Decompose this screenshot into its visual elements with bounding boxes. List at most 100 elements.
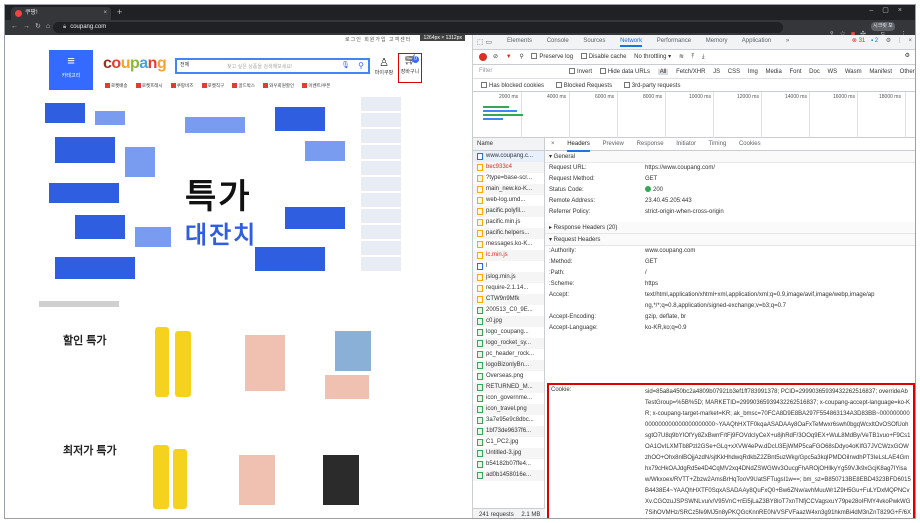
close-devtools-icon[interactable]: × <box>908 38 912 44</box>
request-row[interactable]: web-log.umd... <box>473 195 544 206</box>
product-pack[interactable] <box>335 331 371 371</box>
cart-button[interactable]: 🛒︎ 0 장바구니 <box>398 53 422 83</box>
subnav-item[interactable]: 로켓배송 <box>105 83 128 89</box>
blocked-cookies-checkbox[interactable]: Has blocked cookies <box>481 82 544 89</box>
clear-icon[interactable]: ⊘ <box>493 54 498 60</box>
cookie-value[interactable]: sid=85a8a450bc2a4809b07921b3ef1ff7839913… <box>645 387 911 518</box>
banner-thumbnails[interactable] <box>361 97 401 285</box>
request-row[interactable]: logoBizonlyBn... <box>473 360 544 371</box>
account-chip[interactable]: 시크릿 모드 <box>871 22 895 38</box>
search-box[interactable]: 전체 찾고 싶은 상품을 검색해보세요! 🎙︎ ⚲ <box>175 58 370 74</box>
subnav-item[interactable]: 이벤트/쿠폰 <box>302 83 330 89</box>
request-headers-section[interactable]: ▾ Request Headers <box>545 234 915 246</box>
subnav-item[interactable]: 로켓프레시 <box>135 83 163 89</box>
request-row[interactable]: pacific.polyfil... <box>473 206 544 217</box>
filter-manifest[interactable]: Manifest <box>869 69 892 75</box>
more-options-icon[interactable]: ⋮ <box>897 38 903 44</box>
tab-network[interactable]: Network <box>620 38 643 47</box>
tab-memory[interactable]: Memory <box>706 38 728 44</box>
header-value[interactable]: ko-KR,ko;q=0.9 <box>645 323 687 334</box>
request-row[interactable]: b54182b07ffe4... <box>473 459 544 470</box>
nav-buttons[interactable]: ←→↻⌂ <box>11 22 55 30</box>
product-pack[interactable] <box>325 375 369 399</box>
header-value[interactable]: strict-origin-when-cross-origin <box>645 207 724 218</box>
network-timeline[interactable]: 2000 ms 4000 ms 6000 ms 8000 ms 10000 ms… <box>473 92 915 138</box>
top-links[interactable]: 로그인 회원가입 고객센터 <box>345 36 411 43</box>
browser-tab[interactable]: 쿠팡! × <box>11 7 111 20</box>
request-row[interactable]: 3a7e95e9c8dbc... <box>473 415 544 426</box>
error-count-badge[interactable]: ⊗ 31 <box>852 38 865 44</box>
header-value[interactable]: gzip, deflate, br <box>645 312 686 323</box>
network-settings-icon[interactable]: ⚙ <box>905 52 910 59</box>
filter-doc[interactable]: Doc <box>809 69 820 75</box>
product-bag[interactable] <box>323 455 359 505</box>
filter-wasm[interactable]: Wasm <box>845 69 862 75</box>
settings-gear-icon[interactable]: ⚙ <box>886 38 891 44</box>
request-row[interactable]: lc.min.js <box>473 250 544 261</box>
detail-tab-cookies[interactable]: Cookies <box>739 141 761 147</box>
filter-other[interactable]: Other <box>900 69 915 75</box>
header-value[interactable]: / <box>645 268 647 279</box>
request-row[interactable]: c0.jpg <box>473 316 544 327</box>
name-column-header[interactable]: Name <box>473 138 544 151</box>
record-icon[interactable] <box>479 53 487 61</box>
subnav-item[interactable]: 쿠팡비즈 <box>170 83 193 89</box>
request-row[interactable]: pc_header_rock... <box>473 349 544 360</box>
detail-tab-response[interactable]: Response <box>637 141 664 147</box>
detail-tab-timing[interactable]: Timing <box>709 141 727 147</box>
product-bottle[interactable] <box>175 331 191 397</box>
header-value[interactable]: www.coupang.com <box>645 246 695 257</box>
request-row[interactable]: Overseas.png <box>473 371 544 382</box>
invert-checkbox[interactable]: Invert <box>569 68 592 75</box>
filter-ws[interactable]: WS <box>828 69 838 75</box>
request-row[interactable]: pacific.helpers... <box>473 228 544 239</box>
request-row[interactable]: logo_coupang... <box>473 327 544 338</box>
search-input[interactable]: 찾고 싶은 상품을 검색해보세요! <box>227 63 292 70</box>
close-tab-icon[interactable]: × <box>103 7 107 20</box>
header-value[interactable]: ng,*/*;q=0.8,application/signed-exchange… <box>645 301 786 312</box>
product-pack[interactable] <box>239 455 275 505</box>
subnav-item[interactable]: 골드박스 <box>232 83 255 89</box>
product-bottle[interactable] <box>153 445 169 509</box>
mic-icon[interactable]: 🎙︎ <box>341 61 350 69</box>
product-bottle[interactable] <box>173 449 187 509</box>
request-row[interactable]: ad0b1458016e... <box>473 470 544 481</box>
search-category-select[interactable]: 전체 <box>180 61 189 68</box>
disable-cache-checkbox[interactable]: Disable cache <box>580 53 626 60</box>
header-value[interactable]: 23.40.45.205:443 <box>645 196 692 207</box>
request-row[interactable]: RETURNED_M... <box>473 382 544 393</box>
request-row[interactable]: icon_governme... <box>473 393 544 404</box>
throttling-select[interactable]: No throttling ▾ <box>634 54 671 60</box>
request-row[interactable]: main_new.ko-K... <box>473 184 544 195</box>
header-value[interactable]: GET <box>645 257 657 268</box>
request-row[interactable]: require-2.1.14... <box>473 283 544 294</box>
download-icon[interactable]: ⤓ <box>702 54 705 60</box>
request-row[interactable]: ?type=base-scr... <box>473 173 544 184</box>
request-row[interactable]: CTW9n9Mfk <box>473 294 544 305</box>
category-button[interactable]: ≡ 카테고리 <box>49 50 93 90</box>
tab-performance[interactable]: Performance <box>657 38 691 44</box>
subnav-item[interactable]: 와우회원할인 <box>263 83 294 89</box>
request-row[interactable]: l <box>473 261 544 272</box>
request-row[interactable]: logo_rocket_sy... <box>473 338 544 349</box>
filter-css[interactable]: CSS <box>728 69 740 75</box>
response-headers-section[interactable]: ▸ Response Headers (20) <box>545 222 915 234</box>
filter-img[interactable]: Img <box>748 69 758 75</box>
header-value[interactable]: text/html,application/xhtml+xml,applicat… <box>645 290 874 301</box>
promo-banner[interactable]: 특가 대잔치 <box>35 97 361 285</box>
close-detail-icon[interactable]: × <box>551 141 555 147</box>
request-row[interactable]: Untitled-3.jpg <box>473 448 544 459</box>
tab-elements[interactable]: Elements <box>507 38 532 44</box>
filter-js[interactable]: JS <box>713 69 720 75</box>
hide-data-urls-checkbox[interactable]: Hide data URLs <box>599 68 650 75</box>
header-value[interactable]: https <box>645 279 658 290</box>
request-row[interactable]: C1_PC2.jpg <box>473 437 544 448</box>
header-value[interactable]: GET <box>645 174 657 185</box>
my-coupang-button[interactable]: ♙ 마이쿠팡 <box>373 57 395 76</box>
filter-font[interactable]: Font <box>789 69 801 75</box>
window-controls[interactable]: –▢× <box>869 6 911 14</box>
request-row[interactable]: bec933c4 <box>473 162 544 173</box>
header-value[interactable]: 200 <box>645 185 663 196</box>
request-row[interactable]: 1bf73de9637f6... <box>473 426 544 437</box>
tab-more[interactable]: » <box>786 38 789 44</box>
